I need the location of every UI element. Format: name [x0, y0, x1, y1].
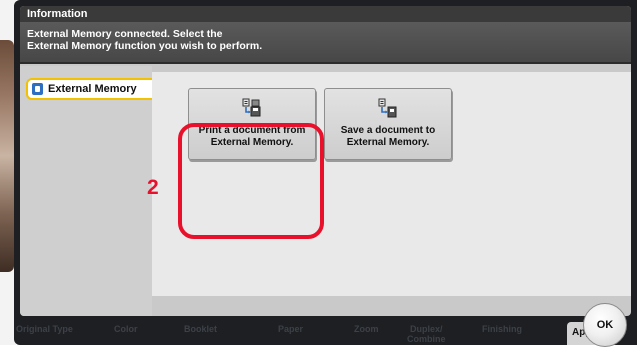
ok-button-label: OK — [596, 319, 614, 331]
sidebar: External Memory — [20, 66, 154, 316]
bottom-tab-paper[interactable]: Paper — [278, 324, 303, 334]
save-button-label-2: External Memory. — [346, 137, 430, 148]
tab-external-memory[interactable]: External Memory — [26, 78, 154, 100]
message-line-2: External Memory function you wish to per… — [27, 40, 263, 52]
bottom-tab-zoom[interactable]: Zoom — [354, 324, 379, 334]
tab-external-memory-label: External Memory — [48, 83, 137, 95]
bottom-tab-booklet[interactable]: Booklet — [184, 324, 217, 334]
message-line-1: External Memory connected. Select the — [27, 28, 223, 40]
ok-button[interactable]: OK — [583, 303, 627, 347]
print-from-external-memory-button[interactable]: Print a document from External Memory. — [188, 88, 316, 160]
save-button-label-1: Save a document to — [340, 125, 436, 136]
print-from-memory-icon — [242, 98, 261, 117]
print-button-label-2: External Memory. — [210, 137, 294, 148]
save-to-memory-icon — [378, 98, 397, 118]
info-title-bar: Information — [20, 6, 631, 22]
annotation-step-number: 2 — [147, 176, 159, 199]
message-bar: External Memory connected. Select the Ex… — [20, 22, 631, 64]
bottom-tab-duplex-line-1: Duplex/ — [410, 324, 443, 334]
bottom-function-tabs: Original Type Color Booklet Paper Zoom D… — [14, 320, 574, 345]
bottom-tab-duplex-line-2: Combine — [407, 334, 446, 344]
print-button-label-1: Print a document from — [198, 125, 306, 136]
bottom-tab-color[interactable]: Color — [114, 324, 138, 334]
bottom-tab-finishing[interactable]: Finishing — [482, 324, 522, 334]
usb-memory-icon — [32, 83, 43, 95]
bottom-tab-duplex-combine[interactable]: Duplex/ Combine — [407, 324, 446, 344]
control-panel-screen: Information External Memory connected. S… — [20, 6, 631, 316]
background-photo — [0, 40, 14, 272]
save-to-external-memory-button[interactable]: Save a document to External Memory. — [324, 88, 452, 160]
bottom-tab-original-type[interactable]: Original Type — [16, 324, 73, 334]
info-title: Information — [27, 8, 88, 20]
